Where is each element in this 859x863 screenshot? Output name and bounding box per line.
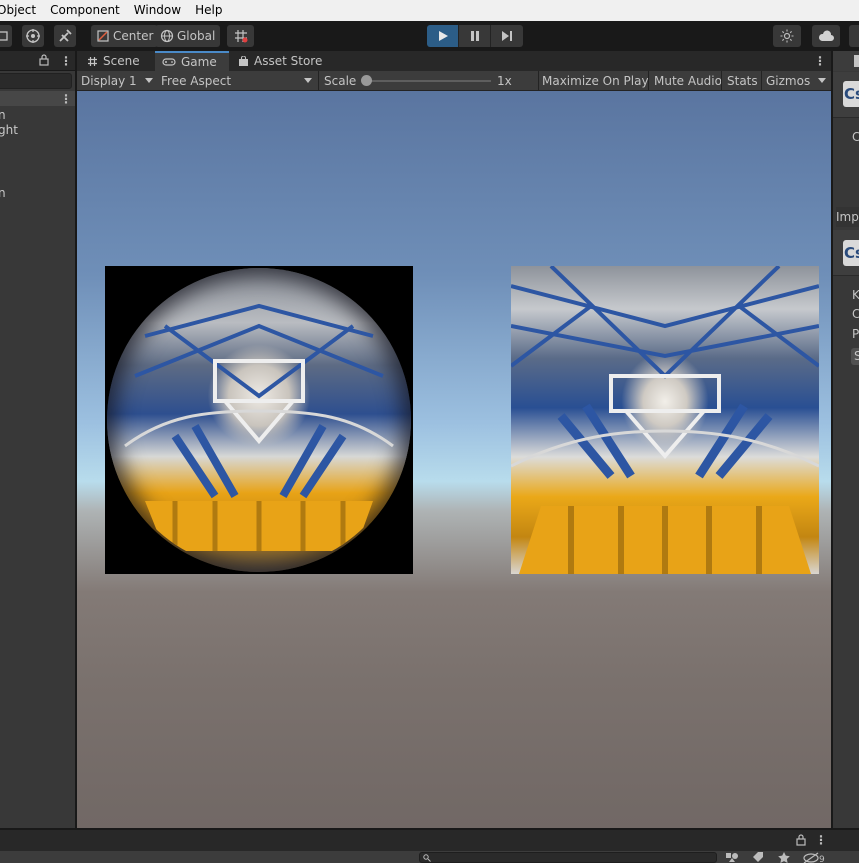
aspect-caret-icon [304, 78, 312, 83]
grid-snap-icon [233, 28, 249, 44]
inspector-panel [833, 51, 859, 828]
play-button[interactable] [427, 25, 459, 47]
transform-tool-icon [25, 28, 41, 44]
menu-bar: Object Component Window Help [0, 0, 859, 21]
aspect-label: Free Aspect [161, 74, 232, 88]
display-caret-icon [145, 78, 153, 83]
inspector-tab[interactable] [833, 51, 859, 71]
menu-object[interactable]: Object [0, 0, 43, 21]
filter-label-icon[interactable] [752, 852, 764, 863]
menu-window[interactable]: Window [127, 0, 188, 21]
rectified-image [511, 266, 819, 574]
rect-tool-button[interactable] [0, 25, 12, 47]
step-icon [501, 30, 513, 42]
hierarchy-item[interactable]: n [0, 186, 6, 200]
transform-tool-button[interactable] [22, 25, 44, 47]
bag-icon [238, 55, 249, 67]
hierarchy-scene-row[interactable]: ⋮ [0, 91, 75, 106]
hash-icon [87, 56, 98, 67]
tab-scene-label: Scene [103, 54, 140, 68]
lock-icon[interactable] [39, 54, 49, 66]
scale-value: 1x [497, 74, 512, 88]
info-icon [853, 55, 859, 67]
inspector-field-label: C [852, 307, 859, 321]
pause-button[interactable] [459, 25, 491, 47]
gizmos-toggle[interactable]: Gizmos [766, 71, 810, 91]
menu-component[interactable]: Component [43, 0, 127, 21]
lock-icon[interactable] [796, 834, 806, 846]
gamepad-icon [162, 57, 176, 67]
scale-slider-track[interactable] [367, 80, 491, 82]
rect-tool-icon [0, 30, 9, 42]
cloud-icon [818, 30, 834, 42]
pivot-mode-button[interactable]: Center [91, 25, 159, 47]
scale-slider-thumb[interactable] [361, 75, 372, 86]
aspect-dropdown[interactable]: Free Aspect [161, 71, 313, 91]
inspector-button-label: S [854, 349, 859, 363]
divider [721, 71, 722, 91]
hierarchy-item[interactable]: ght [0, 123, 18, 137]
hierarchy-list: n ght n [0, 106, 75, 828]
view-tab-bar: Scene Game Asset Store ⋮ [77, 51, 831, 71]
tab-asset-store-label: Asset Store [254, 54, 323, 68]
hierarchy-menu-icon[interactable]: ⋮ [60, 55, 72, 67]
playmode-controls [427, 25, 523, 47]
display-dropdown[interactable]: Display 1 [81, 71, 153, 91]
gizmos-caret-icon[interactable] [818, 78, 826, 83]
script-asset-icon: Cs [843, 81, 859, 107]
globe-icon [160, 29, 174, 43]
custom-tools-button[interactable] [54, 25, 76, 47]
hierarchy-tab-bar: ⋮ [0, 51, 75, 71]
hierarchy-search [0, 71, 75, 91]
pivot-rotation-label: Global [177, 29, 216, 43]
divider [538, 71, 539, 91]
inspector-field-label: K [852, 288, 859, 302]
tab-asset-store[interactable]: Asset Store [231, 51, 329, 71]
tab-game-label: Game [181, 55, 217, 69]
scale-label: Scale [324, 74, 357, 88]
account-button[interactable] [849, 25, 859, 47]
lighting-button[interactable] [773, 25, 801, 47]
hierarchy-item[interactable]: n [0, 108, 6, 122]
sun-icon [780, 29, 794, 43]
pivot-rotation-button[interactable]: Global [155, 25, 221, 47]
display-label: Display 1 [81, 74, 137, 88]
maximize-on-play-toggle[interactable]: Maximize On Play [542, 71, 649, 91]
search-icon [423, 854, 431, 862]
fisheye-image [105, 266, 413, 574]
stats-toggle[interactable]: Stats [727, 71, 758, 91]
favorite-star-icon[interactable] [778, 852, 790, 863]
svg-text:9: 9 [819, 855, 825, 863]
grid-snap-button[interactable] [227, 25, 254, 47]
hierarchy-search-input[interactable] [0, 73, 72, 89]
script-asset-icon-2: Cs [843, 240, 859, 266]
view-menu-icon[interactable]: ⋮ [814, 55, 826, 67]
divider [648, 71, 649, 91]
hidden-packages-icon[interactable]: 9 [803, 852, 825, 863]
inspector-button[interactable]: S [851, 348, 859, 365]
rectified-structure-overlay [511, 266, 819, 574]
import-settings-label: Impo [836, 207, 859, 227]
divider [761, 71, 762, 91]
pause-icon [469, 30, 481, 42]
play-icon [437, 30, 449, 42]
inspector-field-label: C [852, 130, 859, 144]
main-toolbar: Center Global [0, 21, 859, 51]
step-button[interactable] [491, 25, 523, 47]
project-menu-icon[interactable]: ⋮ [815, 834, 827, 846]
fisheye-structure-overlay [124, 303, 394, 551]
divider [318, 71, 319, 91]
pivot-mode-label: Center [113, 29, 154, 43]
scene-menu-icon[interactable]: ⋮ [60, 93, 72, 105]
tools-icon [57, 28, 73, 44]
menu-help[interactable]: Help [188, 0, 229, 21]
tab-game[interactable]: Game [155, 51, 229, 71]
filter-type-icon[interactable] [725, 852, 739, 863]
project-search-input[interactable] [419, 852, 717, 863]
inspector-field-label: P [852, 327, 859, 341]
cloud-button[interactable] [812, 25, 840, 47]
mute-audio-toggle[interactable]: Mute Audio [654, 71, 722, 91]
pivot-center-icon [96, 29, 110, 43]
tab-scene[interactable]: Scene [80, 51, 147, 71]
